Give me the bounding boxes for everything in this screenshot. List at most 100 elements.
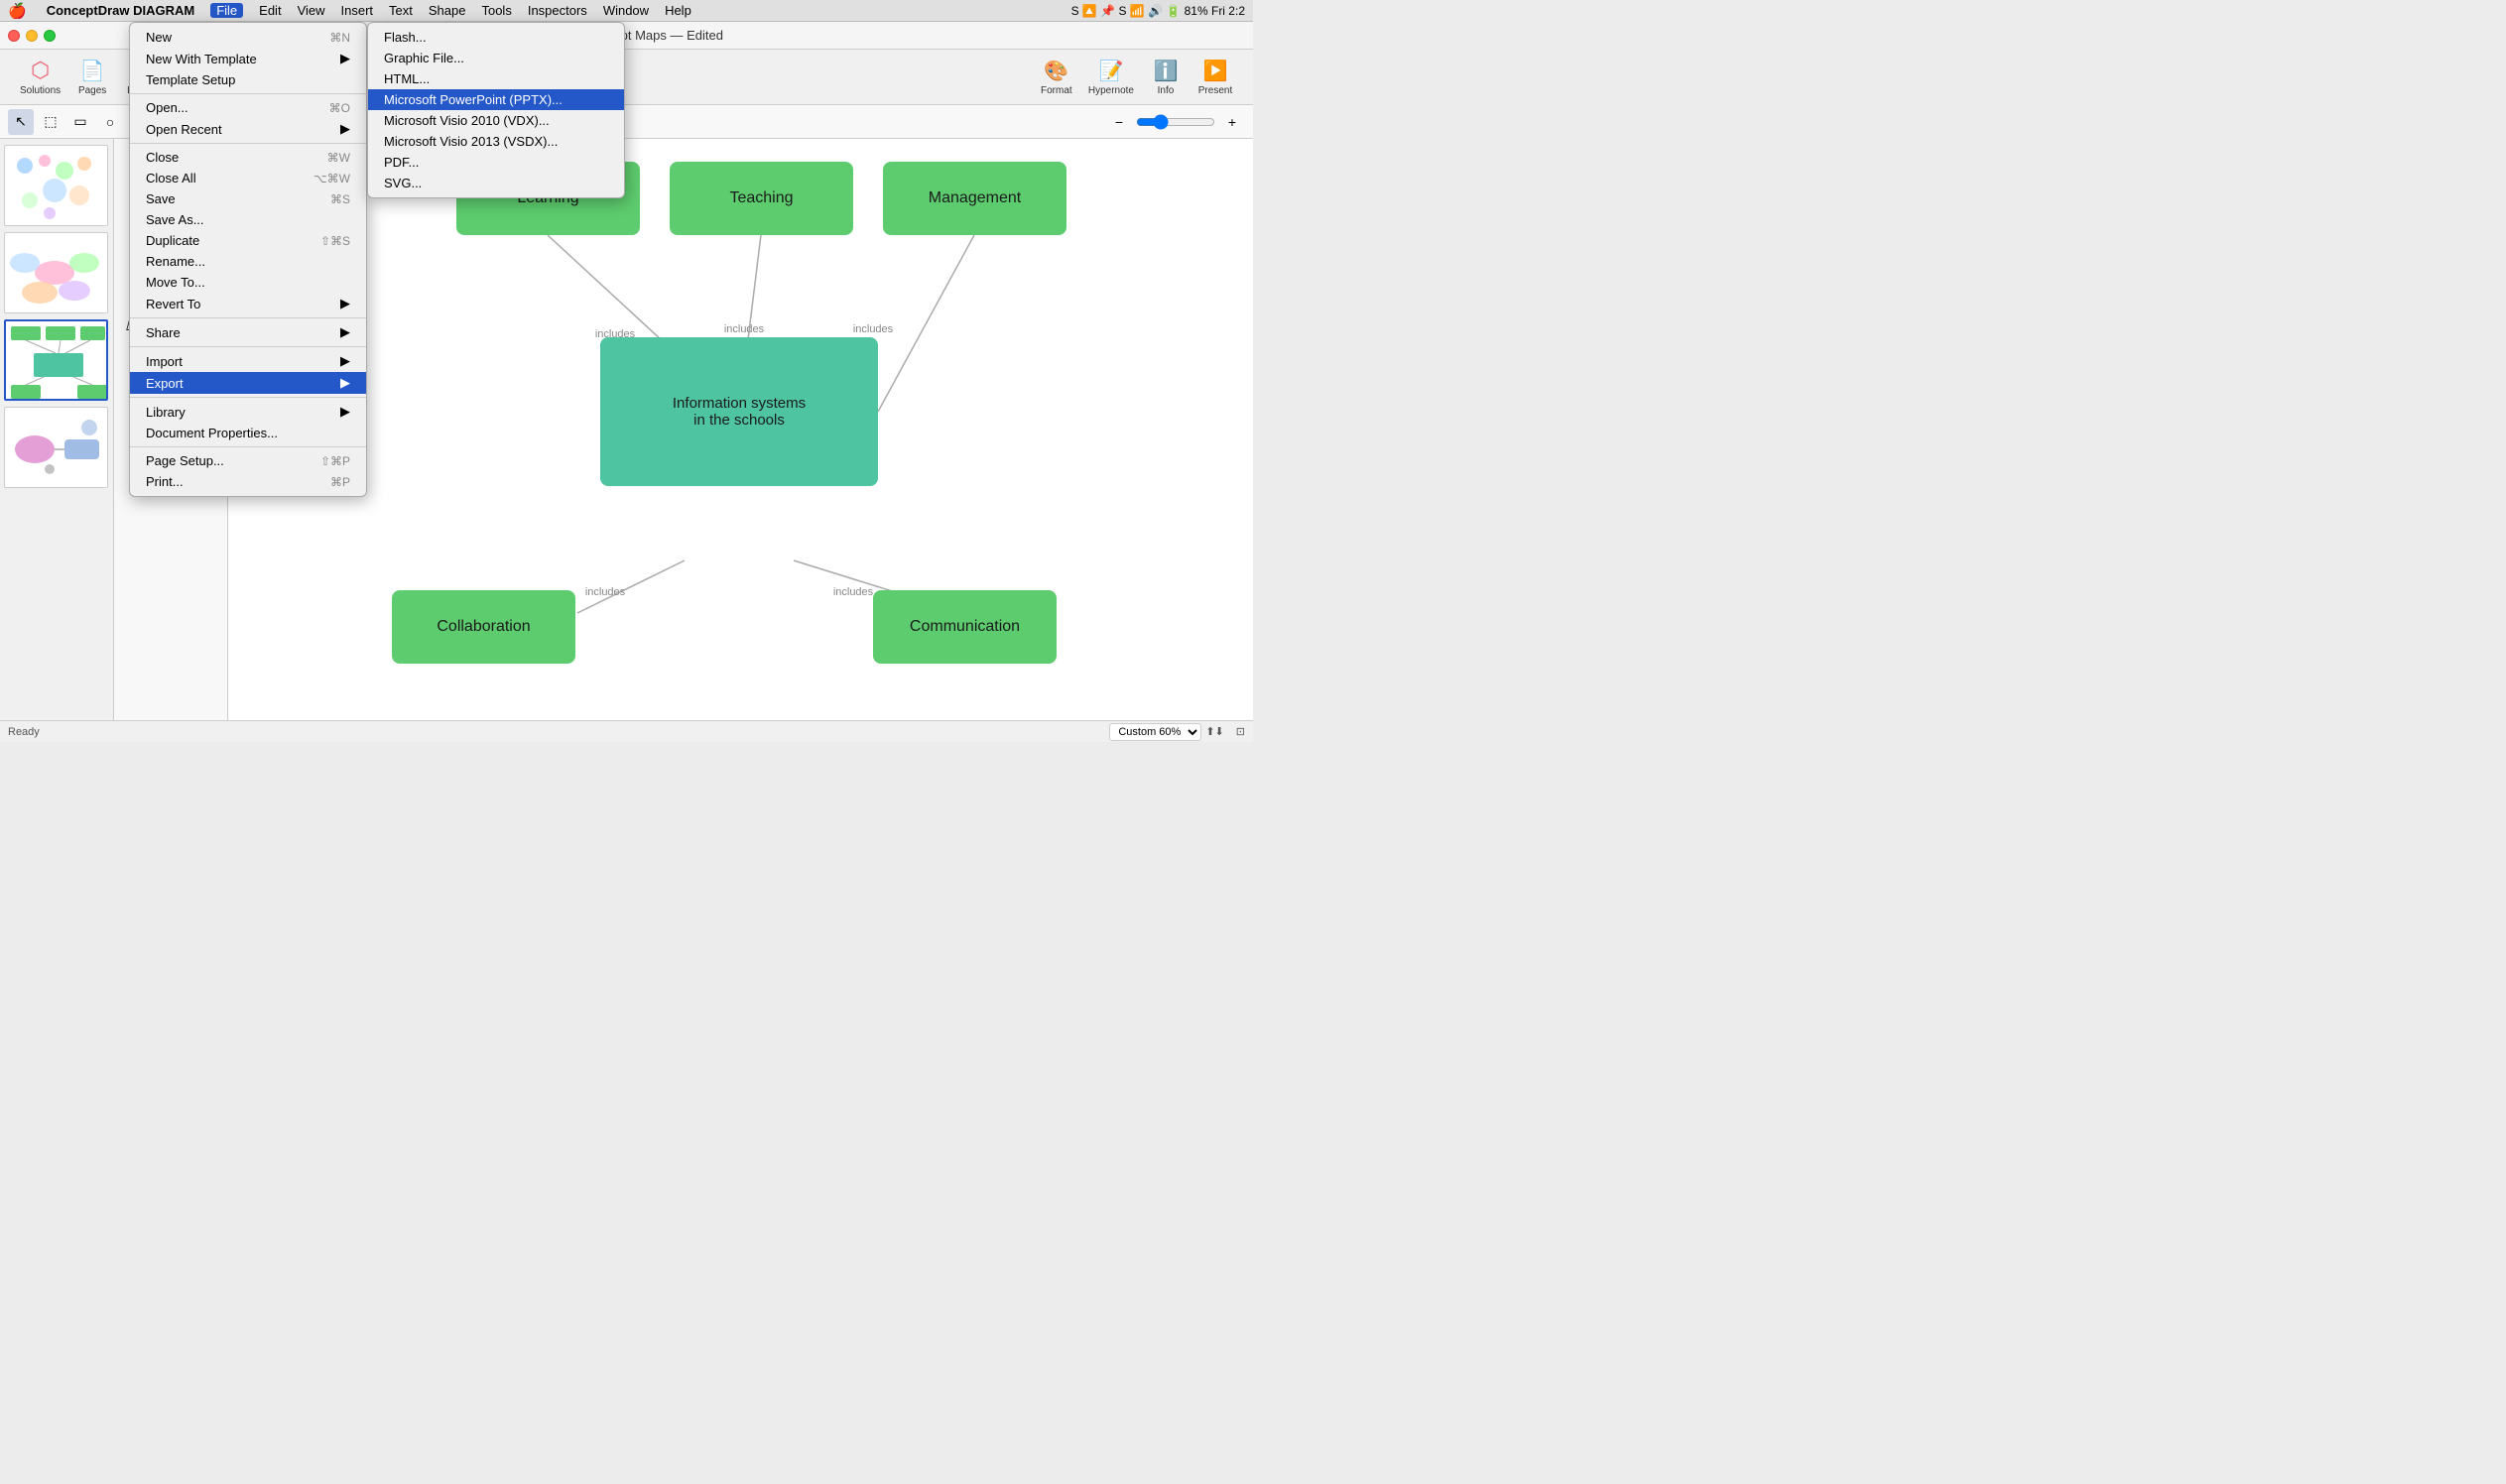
export-vdx[interactable]: Microsoft Visio 2010 (VDX)... <box>368 110 624 131</box>
export-flash[interactable]: Flash... <box>368 27 624 48</box>
canvas-area[interactable]: includes includes includes includes incl… <box>228 139 1253 720</box>
menu-sep-3 <box>130 317 366 318</box>
zoom-slider[interactable] <box>1136 114 1215 130</box>
export-vsdx-label: Microsoft Visio 2013 (VSDX)... <box>384 134 558 149</box>
zoom-out-button[interactable]: − <box>1106 109 1132 135</box>
close-button[interactable] <box>8 30 20 42</box>
zoom-in-button[interactable]: + <box>1219 109 1245 135</box>
hypernote-label: Hypernote <box>1088 85 1134 96</box>
present-icon: ▶️ <box>1203 59 1228 83</box>
thumb-4-canvas <box>5 408 108 488</box>
node-management[interactable]: Management <box>883 162 1066 235</box>
hypernote-button[interactable]: 📝 Hypernote <box>1082 56 1140 99</box>
menu-share-label: Share <box>146 325 181 340</box>
solutions-icon: ⬡ <box>31 58 50 83</box>
export-pptx[interactable]: Microsoft PowerPoint (PPTX)... <box>368 89 624 110</box>
svg-text:includes: includes <box>853 323 894 335</box>
present-label: Present <box>1198 85 1232 96</box>
node-communication[interactable]: Communication <box>873 590 1057 664</box>
export-flash-label: Flash... <box>384 30 427 45</box>
rectangle-tool[interactable]: ▭ <box>67 109 93 135</box>
menu-print-label: Print... <box>146 474 184 489</box>
ellipse-tool[interactable]: ○ <box>97 109 123 135</box>
menu-open[interactable]: Open... ⌘O <box>130 97 366 118</box>
menu-shape[interactable]: Shape <box>429 3 466 18</box>
menu-save-as[interactable]: Save As... <box>130 209 366 230</box>
menu-open-recent[interactable]: Open Recent ▶ <box>130 118 366 140</box>
pages-icon: 📄 <box>80 59 105 83</box>
menu-sep-4 <box>130 346 366 347</box>
app-name: ConceptDraw DIAGRAM <box>47 3 195 18</box>
export-graphic-file[interactable]: Graphic File... <box>368 48 624 68</box>
menu-share[interactable]: Share ▶ <box>130 321 366 343</box>
menu-revert-to[interactable]: Revert To ▶ <box>130 293 366 314</box>
thumb-1-canvas <box>5 146 108 226</box>
page-thumbnail-4[interactable] <box>4 407 108 488</box>
menu-library[interactable]: Library ▶ <box>130 401 366 423</box>
menu-sep-1 <box>130 93 366 94</box>
menu-insert[interactable]: Insert <box>341 3 374 18</box>
menu-move-to[interactable]: Move To... <box>130 272 366 293</box>
select-tool[interactable]: ↖ <box>8 109 34 135</box>
menu-close[interactable]: Close ⌘W <box>130 147 366 168</box>
minimize-button[interactable] <box>26 30 38 42</box>
export-pdf[interactable]: PDF... <box>368 152 624 173</box>
menu-library-arrow: ▶ <box>340 404 350 420</box>
menu-duplicate-shortcut: ⇧⌘S <box>320 234 350 248</box>
menu-new[interactable]: New ⌘N <box>130 27 366 48</box>
export-svg[interactable]: SVG... <box>368 173 624 193</box>
status-text: Ready <box>8 726 40 738</box>
format-button[interactable]: 🎨 Format <box>1033 56 1080 99</box>
menu-page-setup[interactable]: Page Setup... ⇧⌘P <box>130 450 366 471</box>
menu-import[interactable]: Import ▶ <box>130 350 366 372</box>
menu-page-setup-label: Page Setup... <box>146 453 224 468</box>
menu-window[interactable]: Window <box>603 3 649 18</box>
menu-edit[interactable]: Edit <box>259 3 281 18</box>
menu-open-label: Open... <box>146 100 188 115</box>
menu-open-shortcut: ⌘O <box>329 101 350 115</box>
menu-print-shortcut: ⌘P <box>330 475 350 489</box>
pages-button[interactable]: 📄 Pages <box>68 56 116 99</box>
pages-sidebar <box>0 139 114 720</box>
menu-duplicate[interactable]: Duplicate ⇧⌘S <box>130 230 366 251</box>
menu-view[interactable]: View <box>298 3 325 18</box>
menu-share-arrow: ▶ <box>340 324 350 340</box>
info-icon: ℹ️ <box>1154 59 1179 83</box>
menu-export[interactable]: Export ▶ <box>130 372 366 394</box>
menu-close-all[interactable]: Close All ⌥⌘W <box>130 168 366 188</box>
menu-page-setup-shortcut: ⇧⌘P <box>320 454 350 468</box>
solutions-button[interactable]: ⬡ Solutions <box>14 56 66 99</box>
zoom-stepper[interactable]: ⬆⬇ <box>1205 725 1223 738</box>
menu-rename[interactable]: Rename... <box>130 251 366 272</box>
menu-save[interactable]: Save ⌘S <box>130 188 366 209</box>
menu-template-setup[interactable]: Template Setup <box>130 69 366 90</box>
node-teaching[interactable]: Teaching <box>670 162 853 235</box>
info-button[interactable]: ℹ️ Info <box>1142 56 1190 99</box>
export-graphic-file-label: Graphic File... <box>384 51 464 65</box>
node-collaboration[interactable]: Collaboration <box>392 590 575 664</box>
page-thumbnail-3[interactable] <box>4 319 108 401</box>
export-html[interactable]: HTML... <box>368 68 624 89</box>
menu-file[interactable]: File <box>210 3 243 18</box>
menu-template-setup-label: Template Setup <box>146 72 235 87</box>
menu-inspectors[interactable]: Inspectors <box>528 3 587 18</box>
export-html-label: HTML... <box>384 71 430 86</box>
menu-document-properties[interactable]: Document Properties... <box>130 423 366 443</box>
zoom-select[interactable]: Custom 60% 25% 50% 75% 100% 150% 200% <box>1109 723 1201 741</box>
export-vsdx[interactable]: Microsoft Visio 2013 (VSDX)... <box>368 131 624 152</box>
menu-tools[interactable]: Tools <box>481 3 511 18</box>
area-select-tool[interactable]: ⬚ <box>38 109 63 135</box>
menu-new-template[interactable]: New With Template ▶ <box>130 48 366 69</box>
page-thumbnail-1[interactable] <box>4 145 108 226</box>
svg-text:includes: includes <box>585 586 626 598</box>
menu-text[interactable]: Text <box>389 3 413 18</box>
menu-help[interactable]: Help <box>665 3 691 18</box>
menu-close-all-shortcut: ⌥⌘W <box>313 172 350 186</box>
maximize-button[interactable] <box>44 30 56 42</box>
page-thumbnail-2[interactable] <box>4 232 108 313</box>
menu-save-as-label: Save As... <box>146 212 204 227</box>
menu-export-label: Export <box>146 376 184 391</box>
present-button[interactable]: ▶️ Present <box>1191 56 1239 99</box>
node-center[interactable]: Information systems in the schools <box>600 337 878 486</box>
menu-print[interactable]: Print... ⌘P <box>130 471 366 492</box>
